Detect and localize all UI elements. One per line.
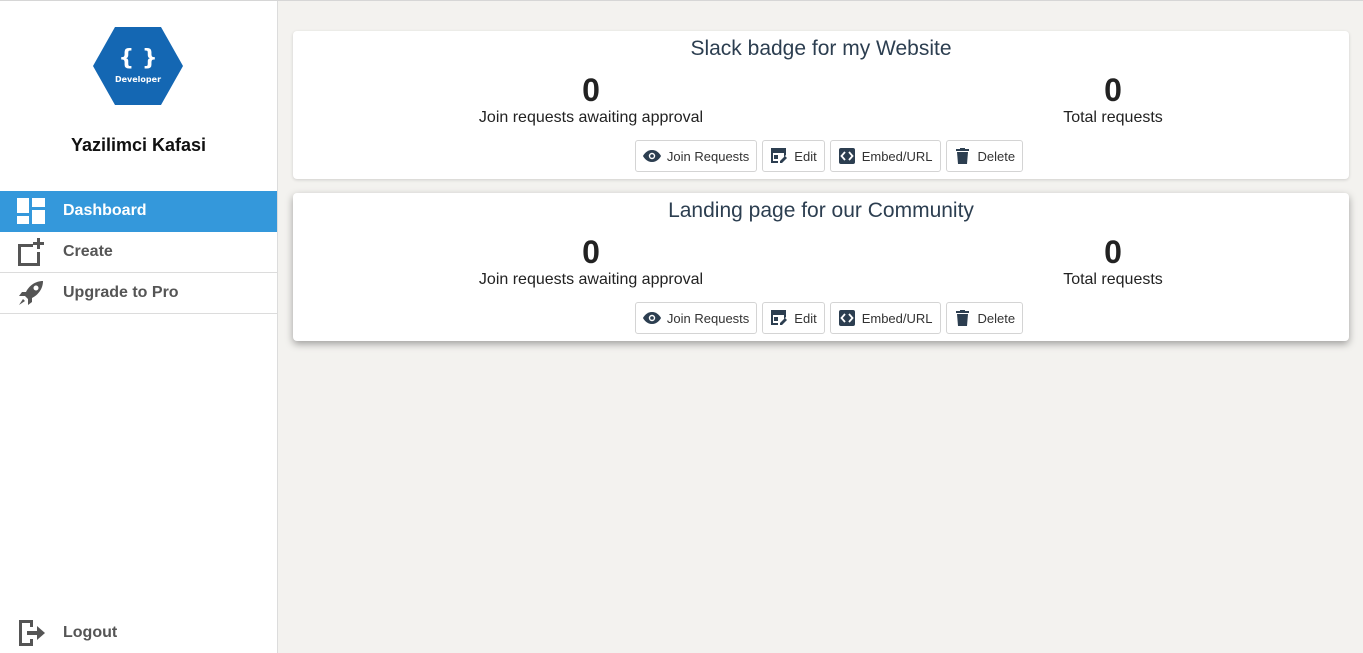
edit-icon	[770, 309, 788, 327]
sidebar-item-create[interactable]: Create	[0, 232, 277, 273]
pending-count: 0	[582, 72, 600, 108]
sidebar: { } Developer Yazilimci Kafasi Dashboard	[0, 1, 278, 653]
card-title: Slack badge for my Website	[690, 37, 952, 60]
edit-button[interactable]: Edit	[762, 302, 825, 334]
delete-button[interactable]: Delete	[945, 140, 1024, 172]
delete-button[interactable]: Delete	[945, 302, 1024, 334]
pending-label: Join requests awaiting approval	[478, 271, 704, 288]
join-requests-button[interactable]: Join Requests	[634, 140, 758, 172]
total-requests-stat: 0 Total requests	[963, 235, 1263, 289]
join-requests-label: Join Requests	[666, 148, 750, 164]
logout-icon	[16, 618, 46, 648]
sidebar-item-label: Upgrade to Pro	[63, 284, 179, 301]
code-icon	[838, 147, 856, 165]
embed-url-label: Embed/URL	[861, 148, 933, 164]
pending-requests-stat: 0 Join requests awaiting approval	[441, 235, 741, 289]
eye-icon	[642, 147, 661, 165]
sidebar-item-upgrade[interactable]: Upgrade to Pro	[0, 273, 277, 314]
code-icon	[838, 309, 856, 327]
developer-logo: { } Developer	[93, 27, 183, 105]
sidebar-item-dashboard[interactable]: Dashboard	[0, 191, 277, 232]
total-count: 0	[1104, 72, 1122, 108]
pending-label: Join requests awaiting approval	[478, 109, 704, 126]
total-requests-stat: 0 Total requests	[963, 73, 1263, 127]
card-title: Landing page for our Community	[668, 199, 974, 222]
total-label: Total requests	[1063, 109, 1163, 126]
edit-icon	[770, 147, 788, 165]
dashboard-main: Slack badge for my Website 0 Join reques…	[278, 1, 1363, 653]
logo-glyph: { }	[119, 46, 158, 71]
badge-card: Slack badge for my Website 0 Join reques…	[293, 31, 1349, 179]
org-name: Yazilimci Kafasi	[70, 135, 207, 155]
rocket-icon	[16, 278, 46, 308]
delete-label: Delete	[977, 148, 1016, 164]
logo-caption: Developer	[115, 75, 161, 84]
add-box-icon	[16, 237, 46, 267]
sidebar-item-label: Dashboard	[63, 202, 147, 219]
edit-label: Edit	[794, 148, 817, 164]
join-requests-label: Join Requests	[666, 310, 750, 326]
embed-url-label: Embed/URL	[861, 310, 933, 326]
card-actions: Join Requests Edit Embed/URL Delete	[293, 140, 1349, 172]
trash-icon	[954, 147, 972, 165]
total-label: Total requests	[1063, 271, 1163, 288]
landing-page-card: Landing page for our Community 0 Join re…	[293, 193, 1349, 341]
edit-label: Edit	[794, 310, 817, 326]
embed-url-button[interactable]: Embed/URL	[829, 140, 941, 172]
sidebar-nav: Dashboard Create Upgrade to Pro	[0, 191, 277, 314]
join-requests-button[interactable]: Join Requests	[634, 302, 758, 334]
logout-button[interactable]: Logout	[0, 613, 277, 653]
edit-button[interactable]: Edit	[762, 140, 825, 172]
pending-count: 0	[582, 234, 600, 270]
delete-label: Delete	[977, 310, 1016, 326]
card-actions: Join Requests Edit Embed/URL Delete	[293, 302, 1349, 334]
total-count: 0	[1104, 234, 1122, 270]
trash-icon	[954, 309, 972, 327]
embed-url-button[interactable]: Embed/URL	[829, 302, 941, 334]
pending-requests-stat: 0 Join requests awaiting approval	[441, 73, 741, 127]
eye-icon	[642, 309, 661, 327]
sidebar-item-label: Create	[63, 243, 113, 260]
dashboard-icon	[16, 196, 46, 226]
logout-label: Logout	[63, 624, 118, 641]
